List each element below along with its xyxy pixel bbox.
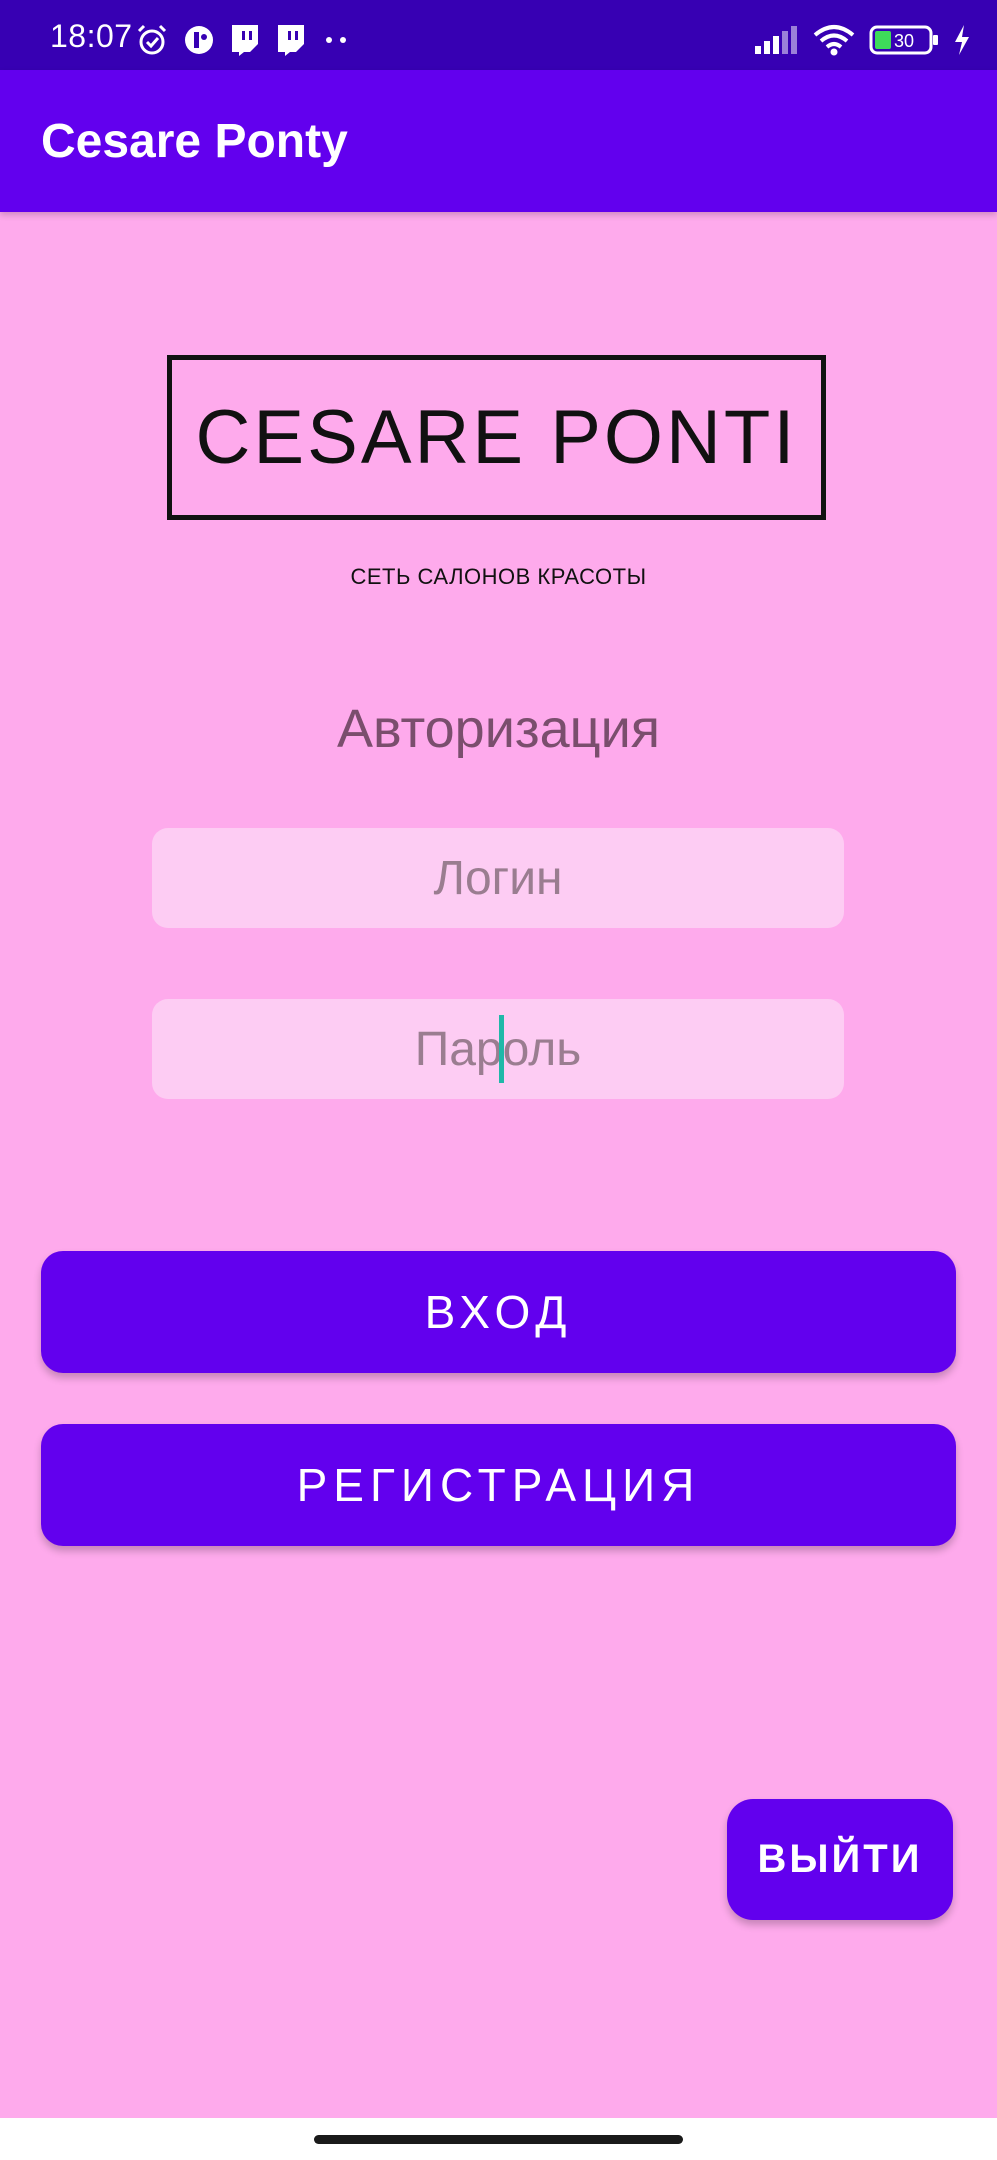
page-title: Авторизация bbox=[337, 699, 660, 759]
app-notification-icon bbox=[183, 24, 215, 56]
battery-icon: 30 bbox=[869, 25, 939, 55]
twitch-icon bbox=[275, 23, 307, 57]
logo-text: CESARE PONTI bbox=[195, 394, 798, 480]
login-button[interactable]: ВХОД bbox=[41, 1251, 956, 1373]
signal-icon bbox=[755, 26, 799, 54]
more-dots-icon bbox=[321, 34, 351, 46]
password-input[interactable] bbox=[152, 999, 844, 1099]
text-cursor bbox=[499, 1015, 504, 1083]
exit-button[interactable]: ВЫЙТИ bbox=[727, 1799, 953, 1920]
app-bar: Cesare Ponty bbox=[0, 70, 997, 212]
charging-icon bbox=[953, 25, 971, 55]
app-title: Cesare Ponty bbox=[41, 115, 348, 168]
twitch-icon bbox=[229, 23, 261, 57]
navigation-bar bbox=[0, 2118, 997, 2160]
gesture-handle[interactable] bbox=[314, 2135, 683, 2144]
register-button[interactable]: РЕГИСТРАЦИЯ bbox=[41, 1424, 956, 1546]
wifi-icon bbox=[813, 24, 855, 56]
status-time: 18:07 bbox=[50, 18, 133, 54]
password-field-container bbox=[152, 999, 844, 1099]
status-bar: 18:07 30 bbox=[0, 0, 997, 70]
alarm-icon bbox=[135, 23, 169, 57]
login-input[interactable] bbox=[152, 828, 844, 928]
status-system-icons: 30 bbox=[755, 24, 971, 56]
login-field-container bbox=[152, 828, 844, 928]
brand-logo: CESARE PONTI bbox=[167, 355, 826, 520]
status-notification-icons bbox=[135, 23, 351, 57]
logo-subtitle: СЕТЬ САЛОНОВ КРАСОТЫ bbox=[350, 564, 647, 589]
battery-level-text: 30 bbox=[894, 31, 914, 51]
